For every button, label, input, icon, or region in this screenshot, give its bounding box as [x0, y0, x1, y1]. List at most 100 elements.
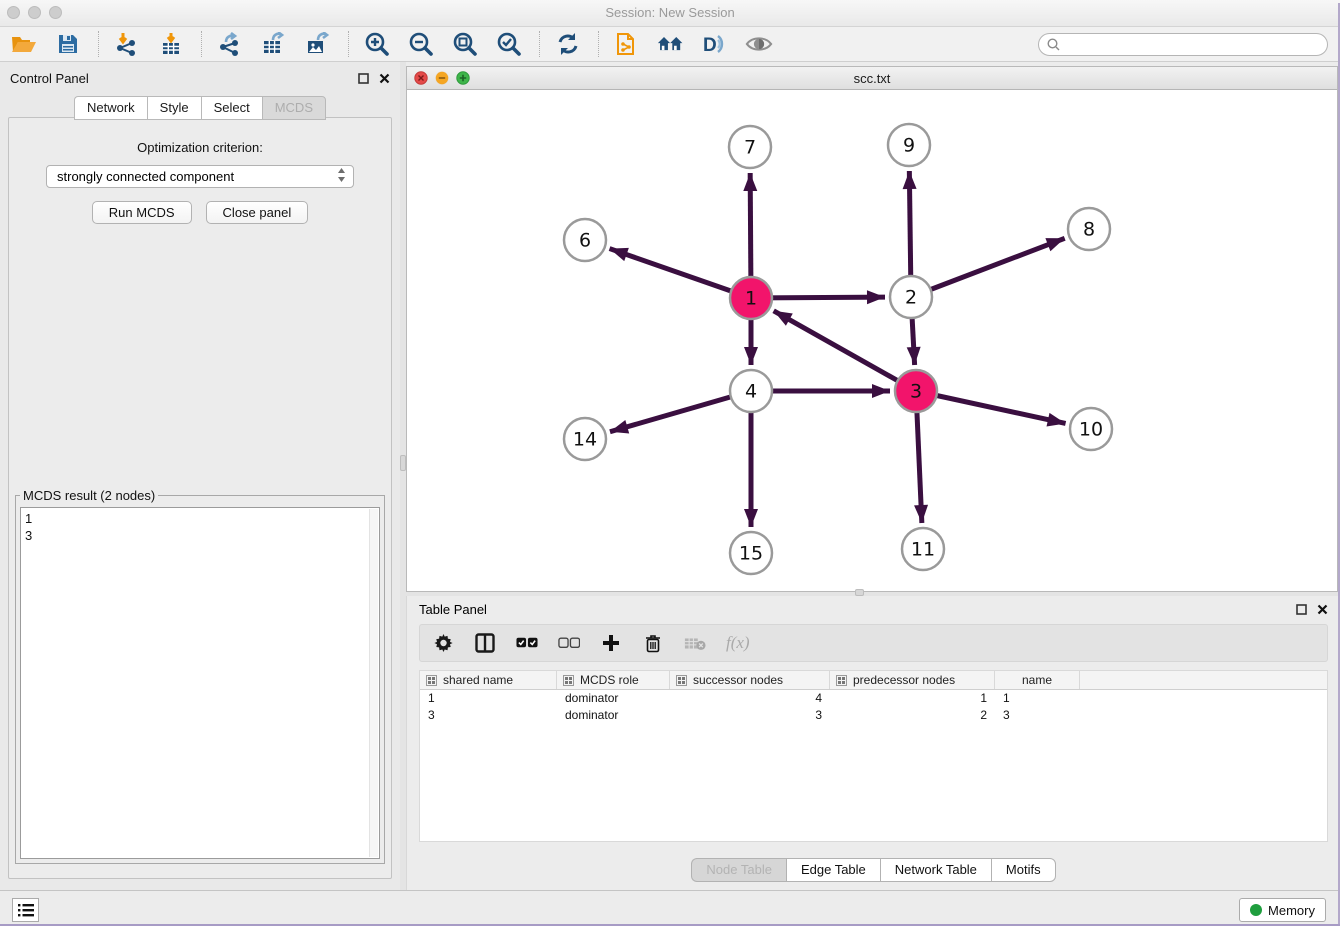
- run-mcds-button[interactable]: Run MCDS: [92, 201, 192, 224]
- graph-node-1[interactable]: 1: [730, 277, 772, 319]
- export-network-button[interactable]: [216, 30, 244, 58]
- close-panel-button[interactable]: Close panel: [206, 201, 309, 224]
- svg-text:7: 7: [744, 137, 756, 159]
- column-header-name[interactable]: name: [995, 671, 1080, 689]
- graph-node-2[interactable]: 2: [890, 276, 932, 318]
- column-header-MCDS-role[interactable]: MCDS role: [557, 671, 670, 689]
- graphics-details-button[interactable]: [745, 30, 773, 58]
- deselect-all-button[interactable]: [558, 632, 580, 654]
- graph-edge-1-6[interactable]: [610, 249, 751, 298]
- export-to-ndex-button[interactable]: [613, 30, 641, 58]
- cyndex-browser-button[interactable]: D: [701, 30, 729, 58]
- table-cell[interactable]: 3: [995, 707, 1080, 724]
- graph-edge-2-8[interactable]: [911, 238, 1065, 297]
- ndex-document-icon: [614, 31, 640, 57]
- zoom-in-button[interactable]: [363, 30, 391, 58]
- table-cell[interactable]: 2: [830, 707, 995, 724]
- tab-motifs[interactable]: Motifs: [991, 858, 1056, 882]
- tab-node-table[interactable]: Node Table: [691, 858, 786, 882]
- table-cell[interactable]: 1: [830, 690, 995, 707]
- graph-edge-3-10[interactable]: [916, 391, 1066, 423]
- graph-node-8[interactable]: 8: [1068, 208, 1110, 250]
- table-cell[interactable]: 3: [420, 707, 557, 724]
- delete-table-button[interactable]: [684, 632, 706, 654]
- checked-boxes-icon: [516, 637, 538, 649]
- zoom-out-button[interactable]: [407, 30, 435, 58]
- table-cell[interactable]: 3: [670, 707, 830, 724]
- svg-text:11: 11: [911, 539, 935, 561]
- graph-node-15[interactable]: 15: [730, 532, 772, 574]
- svg-text:3: 3: [910, 381, 922, 403]
- table-row[interactable]: 1dominator411: [420, 690, 1327, 707]
- memory-button[interactable]: Memory: [1239, 898, 1326, 922]
- float-panel-icon[interactable]: [358, 73, 369, 84]
- mcds-result-text[interactable]: 13: [20, 507, 380, 859]
- table-cell[interactable]: 1: [995, 690, 1080, 707]
- tab-network-table[interactable]: Network Table: [880, 858, 991, 882]
- network-window-title: scc.txt: [407, 71, 1337, 86]
- fit-content-button[interactable]: [451, 30, 479, 58]
- table-options-button[interactable]: [432, 632, 454, 654]
- graph-node-7[interactable]: 7: [729, 126, 771, 168]
- main-toolbar: D: [0, 27, 1340, 62]
- close-table-panel-icon[interactable]: [1317, 604, 1328, 615]
- select-all-button[interactable]: [516, 632, 538, 654]
- import-network-button[interactable]: [113, 30, 141, 58]
- graph-node-9[interactable]: 9: [888, 124, 930, 166]
- table-cell[interactable]: 4: [670, 690, 830, 707]
- zoom-selected-button[interactable]: [495, 30, 523, 58]
- search-box[interactable]: [1038, 33, 1328, 56]
- svg-text:8: 8: [1083, 219, 1095, 241]
- graph-node-11[interactable]: 11: [902, 528, 944, 570]
- columns-icon: [475, 633, 495, 653]
- tab-edge-table[interactable]: Edge Table: [786, 858, 880, 882]
- task-history-button[interactable]: [12, 898, 39, 922]
- svg-text:14: 14: [573, 429, 597, 451]
- import-table-button[interactable]: [157, 30, 185, 58]
- graph-node-3[interactable]: 3: [895, 370, 937, 412]
- export-network-icon: [218, 32, 242, 56]
- save-session-button[interactable]: [54, 30, 82, 58]
- graph-node-14[interactable]: 14: [564, 418, 606, 460]
- delete-columns-button[interactable]: [642, 632, 664, 654]
- column-header-predecessor-nodes[interactable]: predecessor nodes: [830, 671, 995, 689]
- network-window-titlebar: scc.txt: [407, 67, 1337, 90]
- tab-select[interactable]: Select: [201, 96, 262, 120]
- add-column-button[interactable]: [600, 632, 622, 654]
- toolbar-separator: [348, 31, 349, 57]
- graph-node-10[interactable]: 10: [1070, 408, 1112, 450]
- tab-style[interactable]: Style: [147, 96, 201, 120]
- mcds-result-scrollbar[interactable]: [369, 509, 378, 857]
- function-builder-button[interactable]: f(x): [726, 633, 750, 653]
- graph-node-4[interactable]: 4: [730, 370, 772, 412]
- graph-node-6[interactable]: 6: [564, 219, 606, 261]
- table-cell[interactable]: 1: [420, 690, 557, 707]
- horizontal-splitter-handle[interactable]: [855, 589, 864, 596]
- tab-mcds[interactable]: MCDS: [262, 96, 326, 120]
- toolbar-separator: [598, 31, 599, 57]
- tab-network[interactable]: Network: [74, 96, 147, 120]
- toolbar-separator: [98, 31, 99, 57]
- criterion-dropdown[interactable]: strongly connected component: [46, 165, 354, 188]
- plus-icon: [602, 634, 620, 652]
- table-cell[interactable]: dominator: [557, 690, 670, 707]
- zoom-selected-icon: [496, 31, 522, 57]
- column-header-successor-nodes[interactable]: successor nodes: [670, 671, 830, 689]
- float-table-panel-icon[interactable]: [1296, 604, 1307, 615]
- open-ndex-button[interactable]: [657, 30, 685, 58]
- apply-layout-button[interactable]: [554, 30, 582, 58]
- svg-text:15: 15: [739, 543, 763, 565]
- table-row[interactable]: 3dominator323: [420, 707, 1327, 724]
- control-panel-title: Control Panel: [10, 71, 89, 86]
- export-table-button[interactable]: [260, 30, 288, 58]
- show-columns-button[interactable]: [474, 632, 496, 654]
- table-cell[interactable]: dominator: [557, 707, 670, 724]
- table-tabs: Node Table Edge Table Network Table Moti…: [407, 858, 1340, 882]
- network-canvas[interactable]: 7 9 6 8 1 2 4 3 14 10 15 11: [407, 90, 1337, 591]
- open-session-button[interactable]: [10, 30, 38, 58]
- close-panel-icon[interactable]: [379, 73, 390, 84]
- column-header-shared-name[interactable]: shared name: [420, 671, 557, 689]
- export-image-button[interactable]: [304, 30, 332, 58]
- graph-edge-3-1[interactable]: [774, 311, 916, 391]
- search-input[interactable]: [1065, 37, 1327, 51]
